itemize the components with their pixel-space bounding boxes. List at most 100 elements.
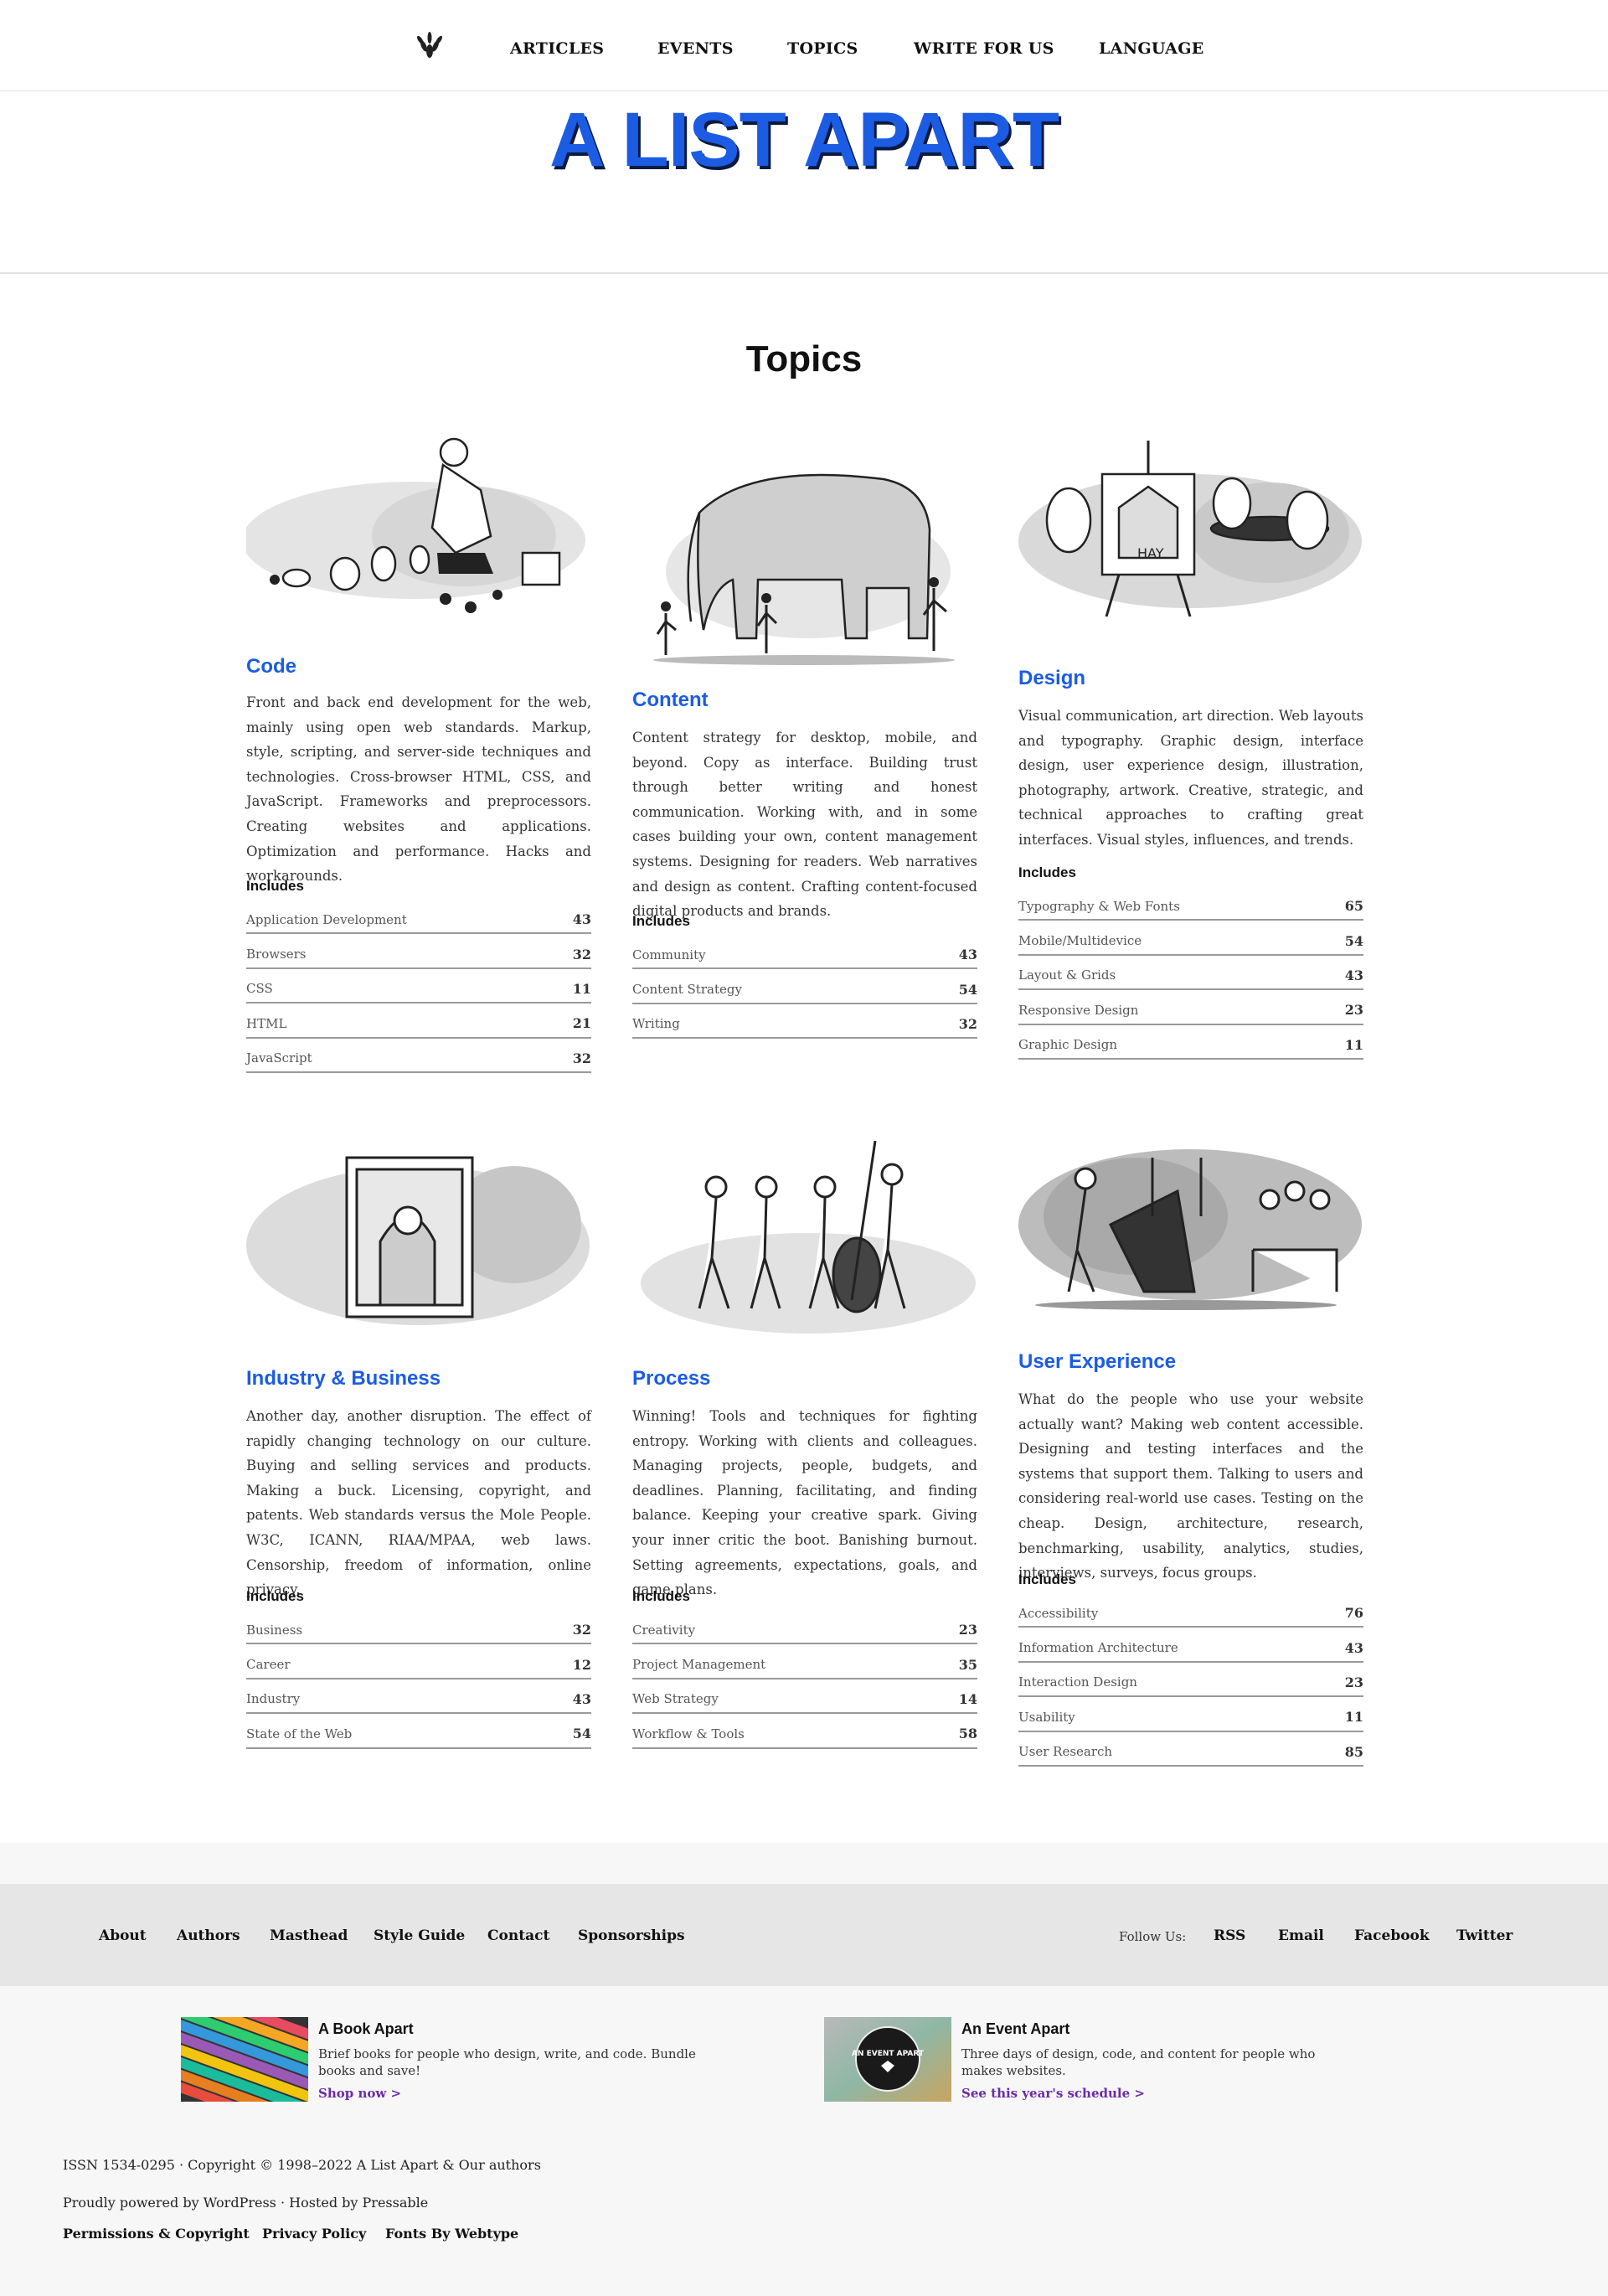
subtopic-item[interactable]: Usability 11 xyxy=(1018,1697,1363,1732)
subtopic-count: 12 xyxy=(572,1656,591,1673)
subtopic-item[interactable]: Layout & Grids 43 xyxy=(1018,956,1363,991)
subtopic-item[interactable]: Industry 43 xyxy=(246,1679,591,1715)
footer-link-sponsorships[interactable]: Sponsorships xyxy=(578,1927,685,1944)
subtopic-item[interactable]: Accessibility 76 xyxy=(1018,1593,1363,1628)
footer-link-masthead[interactable]: Masthead xyxy=(270,1927,348,1944)
promo-link-shop-now[interactable]: Shop now > xyxy=(318,2086,401,2101)
subtopic-list: Creativity 23 Project Management 35 Web St… xyxy=(632,1610,977,1749)
subtopic-count: 85 xyxy=(1344,1743,1363,1760)
topic-title[interactable]: Design xyxy=(1018,667,1085,690)
subtopic-item[interactable]: Content Strategy 54 xyxy=(632,969,977,1004)
promo-title[interactable]: A Book Apart xyxy=(318,2020,414,2038)
topic-description: Visual communication, art direction. Web… xyxy=(1018,708,1363,848)
topic-title[interactable]: Industry & Business xyxy=(246,1367,441,1390)
subtopic-item[interactable]: Creativity 23 xyxy=(632,1610,977,1645)
subtopic-label: Writing xyxy=(632,1016,680,1032)
nav-write-for-us[interactable]: WRITE FOR US xyxy=(914,39,1054,58)
subtopic-label: Typography & Web Fonts xyxy=(1018,898,1180,914)
design-illustration[interactable]: HAY xyxy=(1018,441,1363,658)
subtopic-item[interactable]: User Research 85 xyxy=(1018,1732,1363,1767)
svg-text:HAY: HAY xyxy=(1137,545,1164,561)
top-navigation: ARTICLES EVENTS TOPICS WRITE FOR US LANG… xyxy=(0,0,1608,91)
social-link-twitter[interactable]: Twitter xyxy=(1456,1927,1513,1944)
subtopic-count: 76 xyxy=(1344,1605,1363,1622)
includes-heading: Includes xyxy=(632,1588,690,1604)
subtopic-item[interactable]: Workflow & Tools 58 xyxy=(632,1714,977,1749)
social-link-facebook[interactable]: Facebook xyxy=(1354,1927,1430,1944)
user-experience-illustration[interactable] xyxy=(1018,1124,1363,1342)
subtopic-count: 23 xyxy=(1344,1002,1363,1019)
includes-heading: Includes xyxy=(1018,864,1076,880)
topic-title[interactable]: Code xyxy=(246,655,296,678)
subtopic-item[interactable]: HTML 21 xyxy=(246,1004,591,1039)
subtopic-item[interactable]: Mobile/Multidevice 54 xyxy=(1018,921,1363,956)
subtopic-item[interactable]: Typography & Web Fonts 65 xyxy=(1018,886,1363,921)
subtopic-count: 43 xyxy=(958,947,977,963)
social-link-rss[interactable]: RSS xyxy=(1214,1927,1245,1944)
subtopic-label: Application Development xyxy=(246,911,407,927)
subtopic-item[interactable]: State of the Web 54 xyxy=(246,1714,591,1749)
permissions-copyright-link[interactable]: Permissions & Copyright xyxy=(63,2226,250,2242)
fonts-by-webtype-link[interactable]: Fonts By Webtype xyxy=(385,2226,518,2242)
topic-title[interactable]: Content xyxy=(632,689,709,712)
nav-events[interactable]: EVENTS xyxy=(657,39,734,58)
subtopic-item[interactable]: Graphic Design 11 xyxy=(1018,1025,1363,1060)
book-apart-image[interactable] xyxy=(150,1984,344,2139)
social-link-email[interactable]: Email xyxy=(1278,1927,1324,1944)
event-apart-badge-text: AN EVENT APART xyxy=(852,2050,925,2058)
subtopic-item[interactable]: Responsive Design 23 xyxy=(1018,990,1363,1025)
subtopic-label: HTML xyxy=(246,1015,287,1031)
subtopic-count: 43 xyxy=(1344,1639,1363,1656)
subtopic-label: Web Strategy xyxy=(632,1691,719,1707)
subtopic-item[interactable]: Community 43 xyxy=(632,935,977,970)
footer-link-contact[interactable]: Contact xyxy=(487,1927,549,1944)
subtopic-item[interactable]: Project Management 35 xyxy=(632,1644,977,1679)
subtopic-label: Layout & Grids xyxy=(1018,967,1116,983)
subtopic-count: 58 xyxy=(958,1726,977,1742)
copyright-text: ISSN 1534-0295 · Copyright © 1998–2022 A… xyxy=(63,2157,541,2173)
footer-link-about[interactable]: About xyxy=(99,1927,147,1944)
subtopic-item[interactable]: Web Strategy 14 xyxy=(632,1679,977,1715)
subtopic-label: Responsive Design xyxy=(1018,1002,1139,1018)
subtopic-item[interactable]: Information Architecture 43 xyxy=(1018,1628,1363,1663)
nav-language[interactable]: LANGUAGE xyxy=(1099,39,1204,58)
site-brand[interactable]: A LIST APART xyxy=(0,96,1608,184)
subtopic-item[interactable]: Interaction Design 23 xyxy=(1018,1663,1363,1698)
subtopic-item[interactable]: Career 12 xyxy=(246,1644,591,1679)
subtopic-count: 11 xyxy=(1344,1709,1363,1726)
footer-link-style-guide[interactable]: Style Guide xyxy=(374,1927,465,1944)
footer-link-authors[interactable]: Authors xyxy=(177,1927,240,1944)
follow-us-label: Follow Us: xyxy=(1119,1929,1187,1944)
subtopic-item[interactable]: Business 32 xyxy=(246,1610,591,1645)
topic-title[interactable]: User Experience xyxy=(1018,1350,1176,1374)
content-illustration[interactable] xyxy=(632,462,977,680)
event-apart-image[interactable]: AN EVENT APART xyxy=(824,2017,951,2102)
subtopic-count: 32 xyxy=(572,946,591,962)
promo-title[interactable]: An Event Apart xyxy=(961,2020,1069,2038)
code-illustration[interactable] xyxy=(246,427,591,645)
laurel-logo-icon[interactable] xyxy=(415,29,444,59)
subtopic-count: 54 xyxy=(1344,932,1363,949)
subtopic-label: Career xyxy=(246,1657,291,1673)
subtopic-item[interactable]: CSS 11 xyxy=(246,969,591,1004)
industry-business-illustration[interactable] xyxy=(246,1141,591,1359)
subtopic-label: Industry xyxy=(246,1691,301,1707)
subtopic-count: 11 xyxy=(1344,1036,1363,1053)
subtopic-label: State of the Web xyxy=(246,1726,353,1741)
subtopic-item[interactable]: Browsers 32 xyxy=(246,934,591,969)
subtopic-label: Community xyxy=(632,947,706,962)
topic-description: Winning! Tools and techniques for fighti… xyxy=(632,1408,977,1598)
subtopic-item[interactable]: Writing 32 xyxy=(632,1004,977,1040)
process-illustration[interactable] xyxy=(632,1141,977,1359)
promo-link-event-schedule[interactable]: See this year's schedule > xyxy=(961,2086,1145,2101)
subtopic-item[interactable]: JavaScript 32 xyxy=(246,1039,591,1073)
subtopic-label: Business xyxy=(246,1622,303,1638)
privacy-policy-link[interactable]: Privacy Policy xyxy=(262,2226,366,2242)
topic-description: Content strategy for desktop, mobile, an… xyxy=(632,730,977,920)
subtopic-item[interactable]: Application Development 43 xyxy=(246,900,591,935)
subtopic-count: 54 xyxy=(958,981,977,998)
page-title: Topics xyxy=(745,338,863,379)
nav-topics[interactable]: TOPICS xyxy=(787,39,858,58)
nav-articles[interactable]: ARTICLES xyxy=(510,39,604,58)
topic-title[interactable]: Process xyxy=(632,1367,710,1390)
